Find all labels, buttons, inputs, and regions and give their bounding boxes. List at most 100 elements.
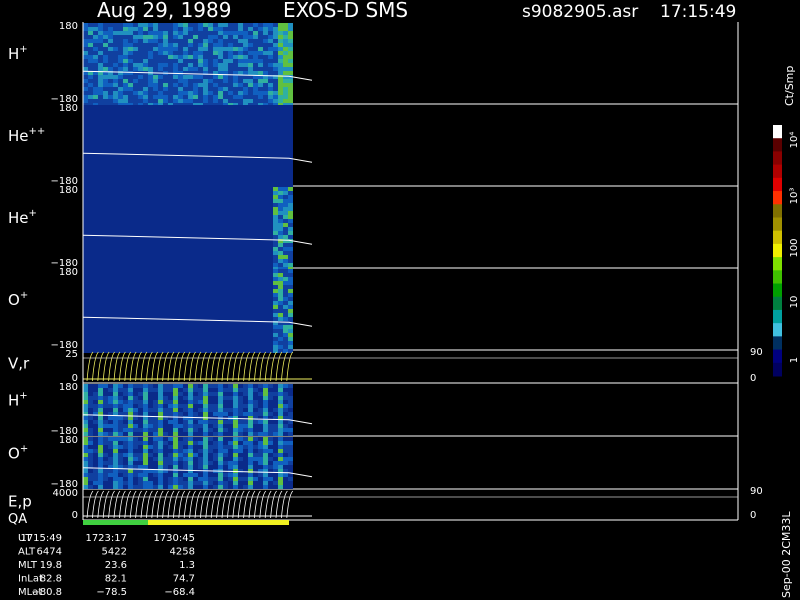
heat-cell — [228, 109, 233, 113]
heat-cell — [208, 424, 213, 428]
heat-cell — [108, 449, 113, 453]
heat-cell — [228, 79, 233, 83]
heat-cell — [148, 485, 153, 489]
heat-cell — [108, 35, 113, 39]
heat-cell — [93, 473, 98, 477]
heat-cell — [218, 31, 223, 35]
heat-cell — [238, 149, 243, 153]
heat-cell — [98, 384, 103, 388]
heat-cell — [193, 207, 198, 211]
heat-cell — [148, 27, 153, 31]
heat-cell — [88, 333, 93, 337]
heat-cell — [128, 165, 133, 169]
heat-cell — [248, 277, 253, 281]
heat-cell — [198, 35, 203, 39]
heat-cell — [103, 277, 108, 281]
heat-cell — [158, 51, 163, 55]
heat-cell — [183, 453, 188, 457]
heat-cell — [123, 420, 128, 424]
heat-cell — [263, 285, 268, 289]
heat-cell — [203, 113, 208, 117]
heat-cell — [258, 83, 263, 87]
trace-line — [194, 490, 202, 519]
heat-cell — [193, 157, 198, 161]
heat-cell — [123, 145, 128, 149]
heat-cell — [168, 301, 173, 305]
heat-cell — [273, 477, 278, 481]
heat-cell — [178, 83, 183, 87]
heat-cell — [183, 207, 188, 211]
heat-cell — [253, 129, 258, 133]
heat-cell — [288, 153, 293, 157]
trace-line — [205, 351, 213, 382]
heat-cell — [213, 453, 218, 457]
heat-cell — [188, 461, 193, 465]
heat-cell — [208, 325, 213, 329]
heat-cell — [218, 207, 223, 211]
panel-top-tick: 180 — [59, 382, 78, 393]
heat-cell — [123, 99, 128, 103]
heat-cell — [183, 173, 188, 177]
heat-cell — [178, 297, 183, 301]
heat-cell — [123, 231, 128, 235]
orbit-value: 74.7 — [173, 574, 195, 585]
heat-cell — [273, 437, 278, 441]
heat-cell — [128, 277, 133, 281]
heat-cell — [178, 333, 183, 337]
heat-cell — [158, 43, 163, 47]
heat-cell — [173, 432, 178, 436]
heat-cell — [193, 67, 198, 71]
heat-cell — [158, 400, 163, 404]
heat-cell — [128, 309, 133, 313]
heat-cell — [103, 309, 108, 313]
heat-cell — [193, 325, 198, 329]
heat-cell — [223, 133, 228, 137]
heat-cell — [178, 437, 183, 441]
heat-cell — [88, 133, 93, 137]
heat-cell — [133, 95, 138, 99]
heat-cell — [138, 79, 143, 83]
heat-cell — [88, 457, 93, 461]
heat-cell — [228, 43, 233, 47]
heat-cell — [288, 141, 293, 145]
heat-cell — [143, 133, 148, 137]
heat-cell — [273, 289, 278, 293]
heat-cell — [123, 75, 128, 79]
heat-cell — [173, 181, 178, 185]
heat-cell — [138, 289, 143, 293]
heat-cell — [238, 235, 243, 239]
heat-cell — [213, 477, 218, 481]
heat-cell — [198, 412, 203, 416]
heat-cell — [233, 465, 238, 469]
heat-cell — [83, 477, 88, 481]
heat-cell — [113, 469, 118, 473]
heat-cell — [153, 305, 158, 309]
heat-cell — [88, 345, 93, 349]
heat-cell — [213, 87, 218, 91]
heat-cell — [163, 27, 168, 31]
orbit-value: 4258 — [170, 547, 195, 558]
heat-cell — [133, 161, 138, 165]
heat-cell — [148, 55, 153, 59]
heat-cell — [163, 396, 168, 400]
heat-cell — [108, 243, 113, 247]
heat-cell — [113, 259, 118, 263]
heat-cell — [258, 125, 263, 129]
heat-cell — [118, 445, 123, 449]
heat-cell — [178, 35, 183, 39]
heat-cell — [253, 453, 258, 457]
heat-cell — [153, 129, 158, 133]
heat-cell — [253, 105, 258, 109]
heat-cell — [263, 473, 268, 477]
heat-cell — [283, 329, 288, 333]
heat-cell — [178, 227, 183, 231]
heat-cell — [158, 219, 163, 223]
heat-cell — [233, 473, 238, 477]
heat-cell — [143, 59, 148, 63]
heat-cell — [88, 137, 93, 141]
heat-cell — [103, 251, 108, 255]
heat-cell — [278, 79, 283, 83]
heat-cell — [178, 59, 183, 63]
heat-cell — [103, 392, 108, 396]
heat-cell — [98, 281, 103, 285]
